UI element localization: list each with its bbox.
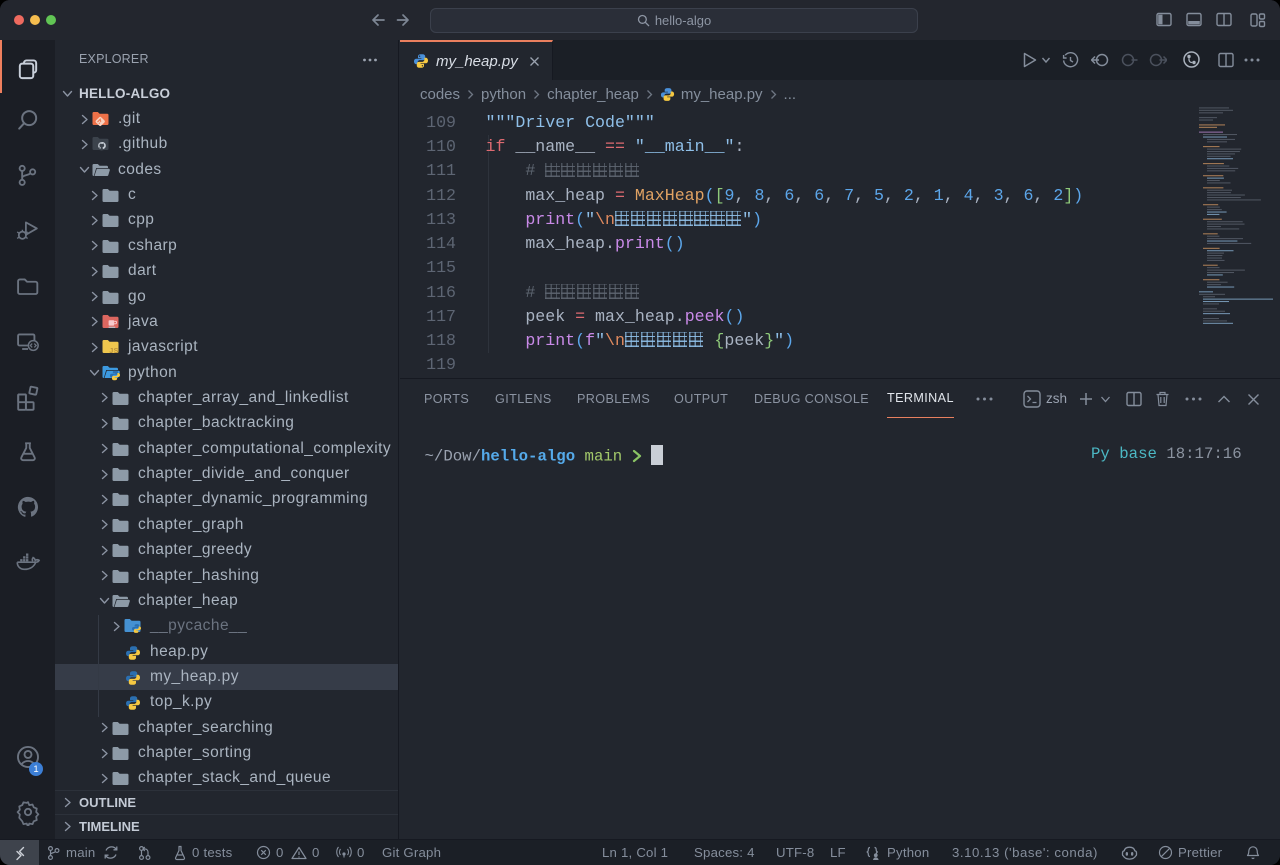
svg-text:JS: JS — [109, 346, 119, 355]
